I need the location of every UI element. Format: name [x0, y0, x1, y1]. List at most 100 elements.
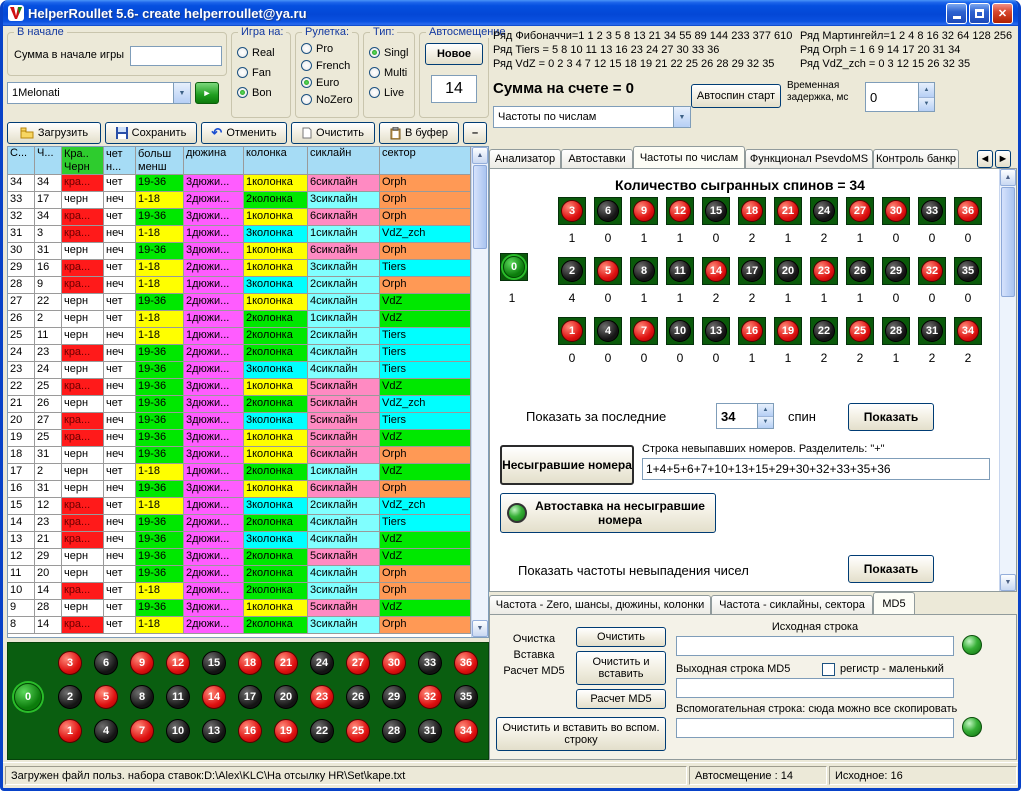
- scroll-down-icon[interactable]: ▼: [1000, 574, 1016, 591]
- number-cell[interactable]: 21: [774, 197, 802, 225]
- load-button[interactable]: Загрузить: [7, 122, 101, 144]
- radio-euro[interactable]: Euro: [296, 75, 339, 90]
- table-row[interactable]: 1512кра...чет1-181дюжи...3колонка2сиклай…: [8, 498, 471, 515]
- number-cell[interactable]: 33: [918, 197, 946, 225]
- number-cell[interactable]: 36: [954, 197, 982, 225]
- table-row[interactable]: 1831черннеч19-363дюжи...1колонка6сиклайн…: [8, 447, 471, 464]
- maximize-button[interactable]: [969, 3, 990, 24]
- zero-cell[interactable]: 0: [500, 253, 528, 281]
- start-sum-input[interactable]: [130, 46, 222, 66]
- table-row[interactable]: 3234кра...чет19-363дюжи...1колонка6сикла…: [8, 209, 471, 226]
- number-cell[interactable]: 9: [630, 197, 658, 225]
- delay-input[interactable]: [866, 83, 918, 111]
- header-sector[interactable]: сектор: [380, 147, 471, 175]
- autospin-start-button[interactable]: Автоспин старт: [691, 84, 781, 108]
- number-cell[interactable]: 3: [58, 651, 82, 675]
- table-row[interactable]: 814кра...чет1-182дюжи...2колонка3сиклайн…: [8, 617, 471, 634]
- number-cell[interactable]: 15: [202, 651, 226, 675]
- radio-pro[interactable]: Pro: [296, 41, 333, 56]
- tab-analyzer[interactable]: Анализатор: [489, 149, 561, 168]
- md5-clear-paste-button[interactable]: Очистить и вставить: [576, 651, 666, 685]
- number-cell[interactable]: 2: [558, 257, 586, 285]
- tab-autobets[interactable]: Автоставки: [561, 149, 633, 168]
- number-cell[interactable]: 23: [810, 257, 838, 285]
- scrollbar-thumb[interactable]: [473, 165, 487, 249]
- number-cell[interactable]: 34: [454, 719, 478, 743]
- not-played-button[interactable]: Несыгравшие номера: [500, 445, 634, 485]
- not-played-input[interactable]: [642, 458, 990, 480]
- number-cell[interactable]: 32: [918, 257, 946, 285]
- table-row[interactable]: 2916кра...чет1-182дюжи...1колонка3сиклай…: [8, 260, 471, 277]
- spin-up-icon[interactable]: ▲: [758, 404, 773, 417]
- number-cell[interactable]: 29: [382, 685, 406, 709]
- number-cell[interactable]: 1: [58, 719, 82, 743]
- number-cell[interactable]: 31: [418, 719, 442, 743]
- number-cell[interactable]: 24: [310, 651, 334, 675]
- spin-up-icon[interactable]: ▲: [919, 83, 934, 98]
- table-row[interactable]: 2225кра...неч19-363дюжи...1колонка5сикла…: [8, 379, 471, 396]
- header-dozen[interactable]: дюжина: [184, 147, 244, 175]
- number-cell[interactable]: 20: [774, 257, 802, 285]
- number-cell[interactable]: 25: [346, 719, 370, 743]
- number-cell[interactable]: 13: [702, 317, 730, 345]
- table-row[interactable]: 1120чернчет19-362дюжи...2колонка4сиклайн…: [8, 566, 471, 583]
- number-cell[interactable]: 29: [882, 257, 910, 285]
- tab-freq-sectors[interactable]: Частота - сиклайны, сектора: [711, 595, 873, 614]
- number-cell[interactable]: 14: [702, 257, 730, 285]
- number-cell[interactable]: 10: [166, 719, 190, 743]
- number-cell[interactable]: 11: [166, 685, 190, 709]
- table-row[interactable]: 1321кра...неч19-362дюжи...3колонка4сикла…: [8, 532, 471, 549]
- number-cell[interactable]: 7: [130, 719, 154, 743]
- autobet-not-played-button[interactable]: Автоставка на несыгравшие номера: [500, 493, 716, 533]
- tab-freq-chances[interactable]: Частота - Zero, шансы, дюжины, колонки: [489, 595, 711, 614]
- view-mode-combo[interactable]: Частоты по числам ▼: [493, 106, 691, 128]
- number-cell[interactable]: 28: [382, 719, 406, 743]
- header-column[interactable]: колонка: [244, 147, 308, 175]
- table-row[interactable]: 262чернчет1-181дюжи...2колонка1сиклайнVd…: [8, 311, 471, 328]
- show-last-spinner[interactable]: ▲▼: [716, 403, 774, 429]
- header-color[interactable]: Кра..Черн: [62, 147, 104, 175]
- table-row[interactable]: 1631черннеч19-363дюжи...1колонка6сиклайн…: [8, 481, 471, 498]
- number-cell[interactable]: 6: [594, 197, 622, 225]
- header-spin[interactable]: С...: [8, 147, 35, 175]
- number-cell[interactable]: 22: [810, 317, 838, 345]
- number-cell[interactable]: 10: [666, 317, 694, 345]
- save-button[interactable]: Сохранить: [105, 122, 197, 144]
- radio-singl[interactable]: Singl: [364, 45, 408, 60]
- radio-french[interactable]: French: [296, 58, 350, 73]
- collapse-button[interactable]: –: [463, 122, 487, 144]
- undo-button[interactable]: ↶ Отменить: [201, 122, 287, 144]
- chevron-down-icon[interactable]: ▼: [173, 83, 190, 103]
- number-cell[interactable]: 6: [94, 651, 118, 675]
- number-cell[interactable]: 16: [238, 719, 262, 743]
- header-parity[interactable]: четн...: [104, 147, 136, 175]
- table-scrollbar[interactable]: ▲ ▼: [471, 147, 488, 637]
- md5-output-input[interactable]: [676, 678, 954, 698]
- table-row[interactable]: 1925кра...неч19-363дюжи...1колонка5сикла…: [8, 430, 471, 447]
- show-button[interactable]: Показать: [848, 403, 934, 431]
- panel-scrollbar[interactable]: ▲ ▼: [999, 169, 1016, 591]
- number-cell[interactable]: 33: [418, 651, 442, 675]
- table-row[interactable]: 2126чернчет19-363дюжи...2колонка5сиклайн…: [8, 396, 471, 413]
- number-cell[interactable]: 4: [594, 317, 622, 345]
- number-cell[interactable]: 27: [346, 651, 370, 675]
- tab-bankroll-control[interactable]: Контроль банкр: [873, 149, 959, 168]
- number-cell[interactable]: 7: [630, 317, 658, 345]
- number-cell[interactable]: 24: [810, 197, 838, 225]
- tab-md5[interactable]: MD5: [873, 592, 915, 614]
- number-cell[interactable]: 8: [630, 257, 658, 285]
- board-zero[interactable]: 0: [14, 683, 42, 711]
- number-cell[interactable]: 17: [738, 257, 766, 285]
- scroll-up-icon[interactable]: ▲: [472, 147, 488, 164]
- show-last-input[interactable]: [717, 404, 757, 428]
- number-cell[interactable]: 1: [558, 317, 586, 345]
- number-cell[interactable]: 16: [738, 317, 766, 345]
- tabs-scroll-left-icon[interactable]: ◄: [977, 150, 993, 168]
- table-row[interactable]: 172чернчет1-181дюжи...2колонка1сиклайнVd…: [8, 464, 471, 481]
- number-cell[interactable]: 27: [846, 197, 874, 225]
- clear-button[interactable]: Очистить: [291, 122, 375, 144]
- miss-freq-show-button[interactable]: Показать: [848, 555, 934, 583]
- radio-nozero[interactable]: NoZero: [296, 92, 353, 107]
- number-cell[interactable]: 9: [130, 651, 154, 675]
- buffer-button[interactable]: В буфер: [379, 122, 459, 144]
